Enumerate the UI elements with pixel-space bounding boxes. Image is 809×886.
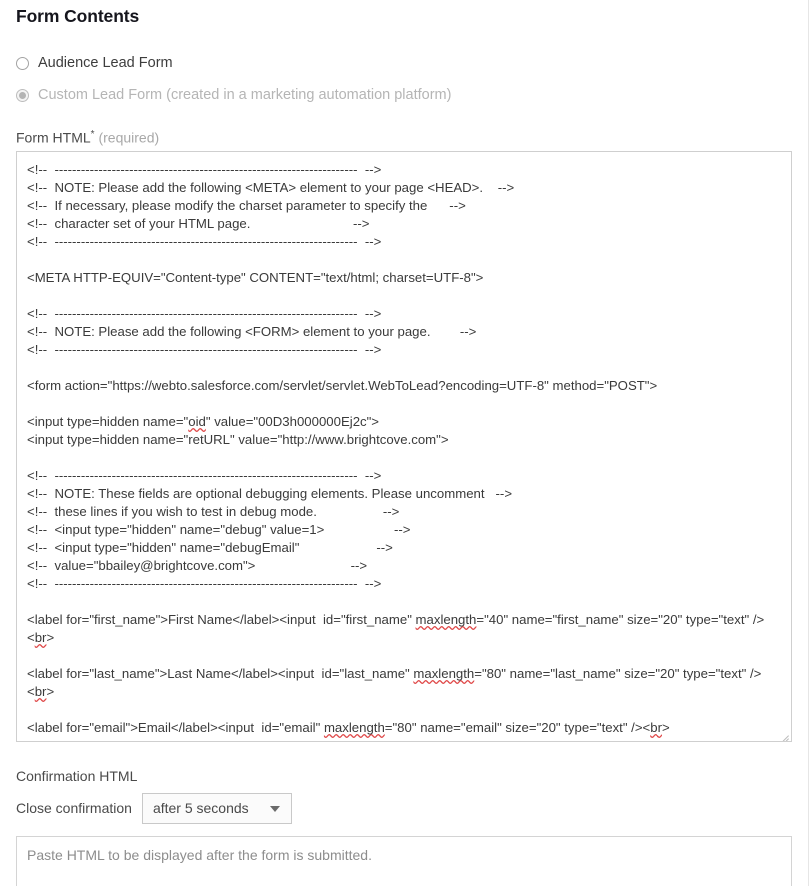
code-line: <form action="https://webto.salesforce.c… bbox=[27, 378, 658, 393]
confirmation-html-label: Confirmation HTML bbox=[16, 768, 138, 784]
code-line: <!-- -----------------------------------… bbox=[27, 234, 382, 249]
close-confirmation-label: Close confirmation bbox=[16, 800, 132, 816]
form-html-required-text: (required) bbox=[98, 129, 160, 146]
code-line: <label for="first_name">First Name</labe… bbox=[27, 612, 765, 645]
code-line: <!-- NOTE: Please add the following <MET… bbox=[27, 180, 515, 195]
form-html-label: Form HTML* (required) bbox=[16, 126, 159, 147]
code-line: <input type=hidden name="oid" value="00D… bbox=[27, 414, 380, 429]
code-line: <!-- <input type="hidden" name="debug" v… bbox=[27, 522, 411, 537]
code-line: <!-- -----------------------------------… bbox=[27, 306, 382, 321]
code-line: <!-- character set of your HTML page. --… bbox=[27, 216, 370, 231]
radio-checked-icon[interactable] bbox=[16, 88, 29, 102]
code-line: <!-- -----------------------------------… bbox=[27, 576, 382, 591]
code-line: <!-- -----------------------------------… bbox=[27, 468, 382, 483]
close-confirmation-select[interactable]: after 5 seconds bbox=[141, 792, 292, 824]
code-line: <!-- these lines if you wish to test in … bbox=[27, 504, 400, 519]
code-line: <label for="last_name">Last Name</label>… bbox=[27, 666, 762, 699]
close-confirmation-selected-value: after 5 seconds bbox=[152, 800, 249, 816]
form-html-label-text: Form HTML bbox=[16, 129, 91, 146]
radio-option-audience-lead-form[interactable]: Audience Lead Form bbox=[16, 52, 796, 74]
page-title: Form Contents bbox=[16, 6, 140, 26]
textarea-resize-handle[interactable] bbox=[776, 726, 790, 740]
chevron-down-icon bbox=[269, 806, 280, 812]
form-html-code-content[interactable]: <!-- -----------------------------------… bbox=[17, 152, 791, 737]
form-type-radio-group: Audience Lead Form Custom Lead Form (cre… bbox=[16, 52, 796, 116]
radio-label-audience-lead-form: Audience Lead Form bbox=[38, 55, 173, 71]
code-line: <!-- -----------------------------------… bbox=[27, 162, 382, 177]
code-line: <META HTTP-EQUIV="Content-type" CONTENT=… bbox=[27, 270, 484, 285]
form-contents-page: Form Contents Audience Lead Form Custom … bbox=[0, 0, 809, 886]
code-line: <input type=hidden name="retURL" value="… bbox=[27, 432, 449, 447]
code-line: <!-- If necessary, please modify the cha… bbox=[27, 198, 466, 213]
code-line: <label for="email">Email</label><input i… bbox=[27, 720, 670, 735]
required-asterisk: * bbox=[90, 129, 95, 140]
code-line: <!-- -----------------------------------… bbox=[27, 342, 382, 357]
radio-label-custom-lead-form: Custom Lead Form (created in a marketing… bbox=[38, 87, 452, 103]
radio-option-custom-lead-form[interactable]: Custom Lead Form (created in a marketing… bbox=[16, 84, 796, 106]
form-html-textarea[interactable]: <!-- -----------------------------------… bbox=[16, 151, 792, 742]
confirmation-html-placeholder: Paste HTML to be displayed after the for… bbox=[27, 847, 372, 863]
code-line: <!-- <input type="hidden" name="debugEma… bbox=[27, 540, 393, 555]
code-line: <!-- value="bbailey@brightcove.com"> --> bbox=[27, 558, 368, 573]
close-confirmation-row: Close confirmation after 5 seconds bbox=[16, 792, 292, 824]
radio-unchecked-icon[interactable] bbox=[16, 56, 29, 70]
code-line: <!-- NOTE: These fields are optional deb… bbox=[27, 486, 513, 501]
confirmation-html-textarea[interactable]: Paste HTML to be displayed after the for… bbox=[16, 836, 792, 886]
code-line: <!-- NOTE: Please add the following <FOR… bbox=[27, 324, 477, 339]
